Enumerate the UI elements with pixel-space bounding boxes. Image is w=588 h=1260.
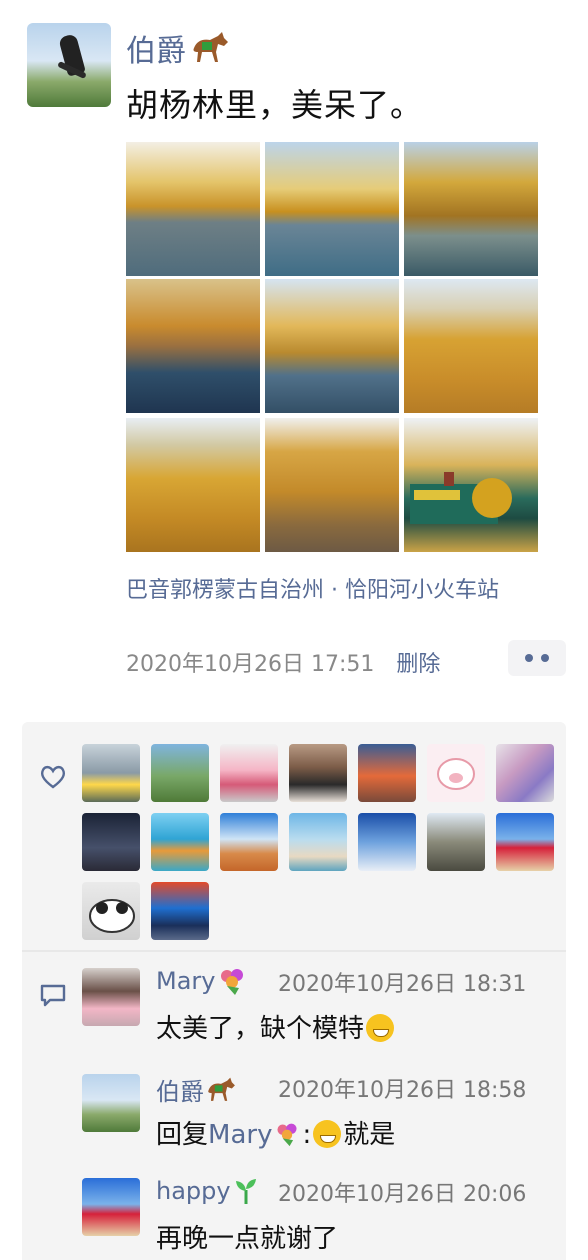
liker-avatar[interactable] [82,882,140,940]
comment-item[interactable]: happy 2020年10月26日 20:06 再晚一点就谢了 [82,1176,562,1258]
post-timestamp: 2020年10月26日 17:51 [126,652,375,677]
commenter-name[interactable]: Mary [156,967,215,995]
commenter-avatar[interactable] [82,1178,140,1236]
photo-6[interactable] [404,279,538,413]
more-actions-button[interactable] [508,640,566,676]
photo-grid [126,142,538,552]
liker-avatar[interactable] [220,744,278,802]
flower-bouquet-icon [221,969,244,995]
liker-avatar[interactable] [496,813,554,871]
comment-time: 2020年10月26日 18:58 [278,1078,527,1103]
commenter-name[interactable]: happy [156,1177,231,1205]
liker-avatar[interactable] [151,744,209,802]
location-link[interactable]: 巴音郭楞蒙古自治州 · 恰阳河小火车站 [126,572,499,604]
liker-avatar[interactable] [496,744,554,802]
comment-item[interactable]: Mary 2020年10月26日 18:31 太美了，缺个模特 [82,966,562,1048]
author-avatar[interactable] [27,23,111,107]
liker-avatar[interactable] [82,744,140,802]
photo-9[interactable] [404,418,538,552]
author-name[interactable]: 伯爵 [126,26,186,70]
author-name-row[interactable]: 伯爵 [126,26,232,70]
comment-time: 2020年10月26日 18:31 [278,972,527,997]
liker-avatar[interactable] [82,813,140,871]
liker-avatar[interactable] [289,813,347,871]
photo-8[interactable] [265,418,399,552]
comment-text: 再晚一点就谢了 [156,1224,339,1254]
horse-emoji-icon [193,32,228,62]
liker-avatar[interactable] [358,813,416,871]
grin-emoji-icon [313,1120,342,1148]
sprout-icon [235,1179,256,1204]
divider [22,950,566,952]
photo-7[interactable] [126,418,260,552]
comment-time: 2020年10月26日 20:06 [278,1182,527,1207]
photo-4[interactable] [126,279,260,413]
interaction-panel: Mary 2020年10月26日 18:31 太美了，缺个模特 伯爵 2020年… [22,722,566,1260]
commenter-avatar[interactable] [82,968,140,1026]
commenter-avatar[interactable] [82,1074,140,1132]
heart-icon [40,765,66,789]
horse-emoji-icon [208,1077,235,1101]
panda-icon [89,899,135,933]
photo-3[interactable] [404,142,538,276]
comment-item[interactable]: 伯爵 2020年10月26日 18:58 回复Mary: 就是 [82,1074,562,1154]
commenter-name[interactable]: 伯爵 [156,1072,204,1107]
photo-1[interactable] [126,142,260,276]
pig-icon [437,758,475,790]
flower-bouquet-icon [277,1123,298,1147]
comment-text: 回复Mary: 就是 [156,1120,396,1150]
dot-icon [525,654,533,662]
liker-avatar[interactable] [427,744,485,802]
liker-avatar[interactable] [220,813,278,871]
thinking-emoji-icon [366,1014,395,1042]
post-text: 胡杨林里，美呆了。 [126,86,424,124]
commenter-name-row[interactable]: happy [156,1176,261,1206]
liker-avatar[interactable] [358,744,416,802]
dot-icon [541,654,549,662]
liker-avatar[interactable] [151,813,209,871]
liker-avatar[interactable] [427,813,485,871]
delete-link[interactable]: 删除 [396,646,440,678]
photo-5[interactable] [265,279,399,413]
commenter-name-row[interactable]: 伯爵 [156,1072,238,1107]
train-icon [410,472,512,524]
comment-text: 太美了，缺个模特 [156,1008,395,1045]
commenter-name-row[interactable]: Mary [156,966,249,996]
liker-avatar[interactable] [151,882,209,940]
photo-2[interactable] [265,142,399,276]
likes-section [22,722,566,950]
post-meta: 2020年10月26日 17:51 删除 [126,646,440,678]
liker-avatar[interactable] [289,744,347,802]
reply-target[interactable]: Mary [208,1120,272,1150]
comment-icon [40,984,66,1007]
